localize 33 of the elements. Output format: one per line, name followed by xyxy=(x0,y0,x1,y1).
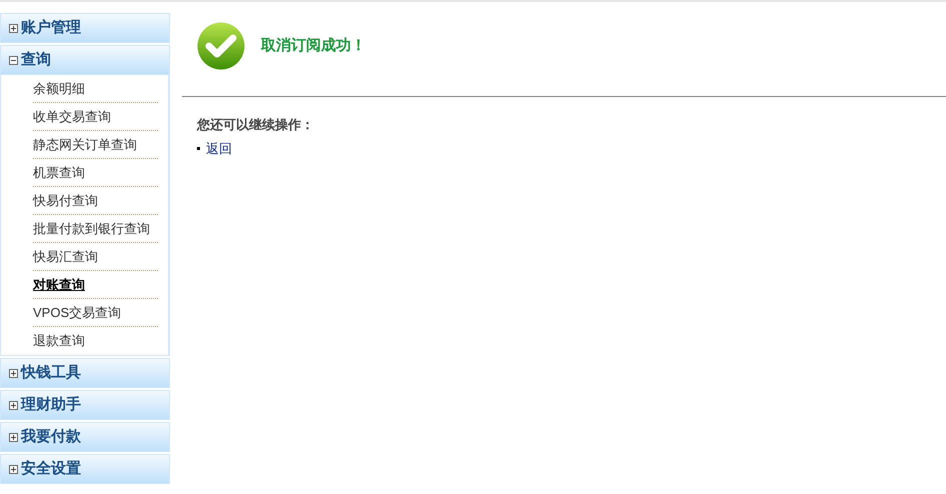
menu-item[interactable]: 退款查询 xyxy=(33,331,85,351)
section-header[interactable]: 我要付款 xyxy=(0,422,170,452)
section-title: 理财助手 xyxy=(21,394,81,415)
back-link[interactable]: 返回 xyxy=(206,138,232,158)
section-title: 查询 xyxy=(21,50,51,70)
expand-icon[interactable] xyxy=(9,24,18,32)
bullet-icon xyxy=(197,146,200,150)
menu-item[interactable]: 快易付查询 xyxy=(33,190,98,210)
menu-item[interactable]: 批量付款到银行查询 xyxy=(33,218,150,238)
section-title: 账户管理 xyxy=(21,18,81,38)
section-title: 我要付款 xyxy=(21,426,81,447)
menu-item[interactable]: 快易汇查询 xyxy=(33,246,98,266)
success-message: 取消订阅成功！ xyxy=(261,36,366,56)
collapse-icon[interactable] xyxy=(9,56,18,64)
expand-icon[interactable] xyxy=(9,368,18,378)
check-circle-icon xyxy=(197,22,245,70)
menu-item[interactable]: 余额明细 xyxy=(33,78,85,98)
menu-item[interactable]: 收单交易查询 xyxy=(33,106,111,126)
section-header[interactable]: 账户管理 xyxy=(0,13,170,43)
section-title: 安全设置 xyxy=(21,458,81,479)
expand-icon[interactable] xyxy=(9,432,18,442)
section-header[interactable]: 安全设置 xyxy=(0,454,170,484)
menu-item[interactable]: 机票查询 xyxy=(33,162,85,182)
section-header[interactable]: 理财助手 xyxy=(0,390,170,420)
section-header[interactable]: 查询 xyxy=(0,45,170,75)
prompt-text: 您还可以继续操作： xyxy=(197,116,315,134)
menu-item[interactable]: 静态网关订单查询 xyxy=(33,134,137,154)
section-header[interactable]: 快钱工具 xyxy=(0,358,170,388)
menu-item[interactable]: VPOS交易查询 xyxy=(33,302,122,322)
section-title: 快钱工具 xyxy=(21,362,81,383)
expand-icon[interactable] xyxy=(9,464,18,474)
menu-item[interactable]: 对账查询 xyxy=(33,274,85,294)
expand-icon[interactable] xyxy=(9,400,18,410)
